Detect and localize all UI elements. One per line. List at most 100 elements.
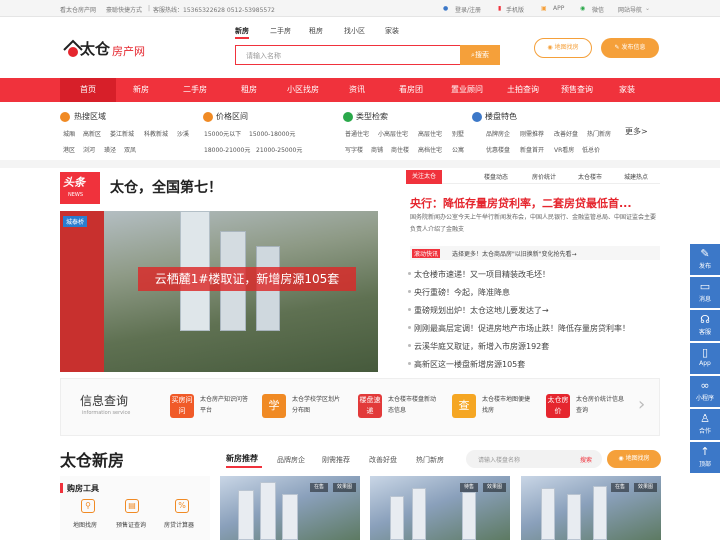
filter-link[interactable]: 高新区: [83, 129, 101, 138]
map-search-button[interactable]: ◉ 地图找房: [534, 38, 592, 58]
chevron-right-icon[interactable]: ›: [638, 394, 645, 415]
filter-link[interactable]: 公寓: [452, 145, 464, 154]
search-tab-rent[interactable]: 租房: [309, 26, 323, 36]
filter-link[interactable]: 小高层住宅: [378, 129, 408, 138]
filter-link[interactable]: 15000元以下: [204, 129, 241, 138]
sidebar-back-to-top[interactable]: ↑ 顶部: [690, 442, 720, 473]
news-top-title[interactable]: 央行：降低存量房贷利率，二套房贷最低首...: [410, 195, 662, 211]
publish-button[interactable]: ✎ 发布信息: [601, 38, 659, 58]
news-tab[interactable]: 太仓楼市: [578, 172, 602, 181]
sidebar-miniprogram[interactable]: ∞ 小程序: [690, 376, 720, 407]
sidebar-cooperate[interactable]: ♙ 合作: [690, 409, 720, 440]
filter-link[interactable]: 浏河: [83, 145, 95, 154]
news-tab[interactable]: 楼盘动态: [484, 172, 508, 181]
newhouse-search-button[interactable]: 搜索: [580, 455, 592, 464]
filter-link[interactable]: 15000-18000元: [249, 129, 295, 138]
filter-link[interactable]: 品牌房企: [486, 129, 510, 138]
property-card[interactable]: 在售 效果图: [521, 476, 661, 540]
nav-presale[interactable]: 预售查询: [552, 78, 602, 102]
info-tool-qa[interactable]: 买房问问 太仓房产知识问答平台: [164, 384, 248, 436]
login-link[interactable]: 登录/注册: [455, 5, 481, 14]
sidebar-messages[interactable]: ▭ 消息: [690, 277, 720, 308]
newhouse-tab[interactable]: 刚需推荐: [322, 455, 350, 465]
logo[interactable]: 太仓 房产网: [62, 36, 150, 62]
calculator-icon[interactable]: %: [175, 499, 189, 513]
filter-link[interactable]: 低总价: [582, 145, 600, 154]
nav-land[interactable]: 土拍查询: [498, 78, 548, 102]
filter-link[interactable]: 璜泾: [104, 145, 116, 154]
property-card[interactable]: 待售 效果图: [370, 476, 510, 540]
flash-news[interactable]: 滚动快讯 选择更多！太仓商品房"以旧换新"变化抢先看→: [410, 246, 660, 260]
nav-home[interactable]: 首页: [60, 78, 116, 102]
news-tab[interactable]: 房价统计: [532, 172, 556, 181]
nav-consultant[interactable]: 置业顾问: [442, 78, 492, 102]
news-item[interactable]: 高新区这一楼盘新增房源105套: [407, 359, 525, 370]
nav-decor[interactable]: 家装: [606, 78, 648, 102]
filter-link[interactable]: 新盘首开: [520, 145, 544, 154]
filter-link[interactable]: 港区: [63, 145, 75, 154]
newhouse-tab[interactable]: 改善好盘: [369, 455, 397, 465]
search-tab-community[interactable]: 找小区: [344, 26, 365, 36]
info-tool-school[interactable]: 学 太仓学校学区划片分布图: [256, 384, 340, 436]
newhouse-tab[interactable]: 热门新房: [416, 455, 444, 465]
newhouse-tab[interactable]: 品牌房企: [277, 455, 305, 465]
info-tool-express[interactable]: 楼盘速递 太仓楼市楼盘新动态信息: [352, 384, 436, 436]
filter-link[interactable]: 高档住宅: [418, 145, 442, 154]
app-link[interactable]: APP: [553, 5, 564, 12]
news-item[interactable]: 重磅规划出炉！太仓这地儿要发达了→: [408, 305, 549, 316]
search-button[interactable]: ⌕搜索: [460, 45, 500, 65]
news-item[interactable]: 刚刚最高层定调！促进房地产市场止跌！降低存量房贷利率！: [408, 323, 630, 334]
filter-link[interactable]: VR看房: [554, 145, 574, 154]
topbar-link-shortcut[interactable]: 豪聪快捷方式: [106, 5, 142, 14]
news-tab[interactable]: 城建热点: [624, 172, 648, 181]
news-item[interactable]: 云溪华庭又取证，新增入市房源192套: [407, 341, 549, 352]
sidebar-app[interactable]: ▯ App: [690, 343, 720, 374]
newhouse-search-input[interactable]: 请输入楼盘名称 搜索: [466, 450, 602, 468]
mobile-link[interactable]: 手机版: [506, 5, 524, 14]
filter-link[interactable]: 优惠楼盘: [486, 145, 510, 154]
info-tool-price[interactable]: 太仓房价 太仓房价统计信息查询: [540, 384, 624, 436]
nav-secondhand[interactable]: 二手房: [172, 78, 218, 102]
nav-tour[interactable]: 看房团: [388, 78, 434, 102]
site-nav-link[interactable]: 网站导航: [618, 5, 642, 14]
search-tab-newhouse[interactable]: 新房: [235, 26, 249, 36]
sidebar-publish[interactable]: ✎ 发布: [690, 244, 720, 275]
tool-item-label[interactable]: 预售证查询: [116, 520, 146, 529]
newhouse-map-button[interactable]: ◉ 地图找房: [607, 450, 661, 468]
tool-item-label[interactable]: 房贷计算器: [164, 520, 194, 529]
more-filters-link[interactable]: 更多>: [625, 126, 648, 137]
news-item[interactable]: 央行重磅！今起，降准降息: [408, 287, 510, 298]
search-tab-decor[interactable]: 家装: [385, 26, 399, 36]
nav-news[interactable]: 资讯: [334, 78, 380, 102]
filter-link[interactable]: 高层住宅: [418, 129, 442, 138]
filter-link[interactable]: 18000-21000元: [204, 145, 250, 154]
news-banner[interactable]: 城泰桥 云栖麓1#楼取证，新增房源105套: [60, 211, 378, 372]
certificate-icon[interactable]: ▤: [125, 499, 139, 513]
search-input[interactable]: 请输入名称: [235, 45, 460, 65]
filter-link[interactable]: 普通住宅: [345, 129, 369, 138]
nav-rent[interactable]: 租房: [226, 78, 272, 102]
filter-link[interactable]: 改善好盘: [554, 129, 578, 138]
news-tab-active[interactable]: 关注太仓: [406, 170, 443, 184]
headline-title[interactable]: 太仓，全国第七！: [110, 177, 222, 197]
wechat-link[interactable]: 微信: [592, 5, 604, 14]
news-item[interactable]: 太仓楼市速递！又一项目精装改毛坯！: [408, 269, 550, 280]
filter-link[interactable]: 写字楼: [345, 145, 363, 154]
filter-link[interactable]: 热门新房: [587, 129, 611, 138]
filter-link[interactable]: 科教新城: [144, 129, 168, 138]
filter-link[interactable]: 城厢: [63, 129, 75, 138]
nav-newhouse[interactable]: 新房: [118, 78, 164, 102]
filter-link[interactable]: 娄江新城: [110, 129, 134, 138]
filter-link[interactable]: 商住楼: [391, 145, 409, 154]
filter-link[interactable]: 双凤: [124, 145, 136, 154]
property-card[interactable]: 在售 效果图: [220, 476, 360, 540]
filter-link[interactable]: 沙溪: [177, 129, 189, 138]
sidebar-service[interactable]: ☊ 客服: [690, 310, 720, 341]
filter-link[interactable]: 刚需推荐: [520, 129, 544, 138]
info-tool-map[interactable]: 查 太仓楼市地图便捷找房: [446, 384, 530, 436]
nav-community[interactable]: 小区找房: [278, 78, 328, 102]
map-icon[interactable]: ⚲: [81, 499, 95, 513]
search-tab-secondhand[interactable]: 二手房: [270, 26, 291, 36]
filter-link[interactable]: 别墅: [452, 129, 464, 138]
tool-item-label[interactable]: 地图找房: [73, 520, 97, 529]
